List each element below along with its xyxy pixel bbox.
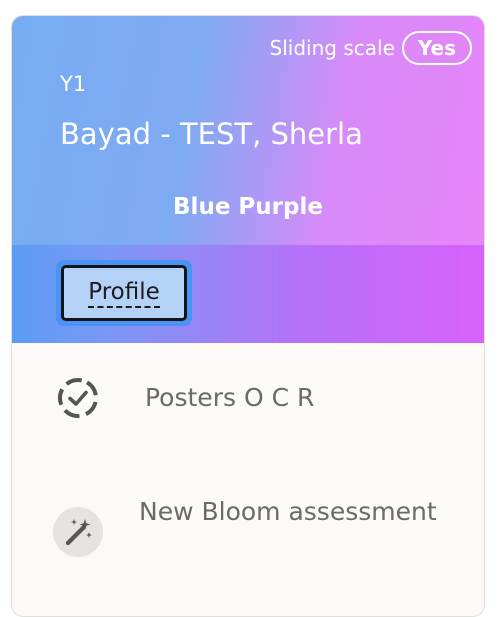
sliding-scale-indicator: Sliding scale Yes xyxy=(270,31,472,65)
tab-profile[interactable]: Profile xyxy=(56,260,192,326)
student-name: Bayad - TEST, Sherla xyxy=(60,117,363,151)
magic-wand-icon xyxy=(53,507,103,557)
tab-profile-inner: Profile xyxy=(61,265,187,321)
tab-bar: Profile xyxy=(12,245,484,343)
sliding-scale-badge: Yes xyxy=(401,31,472,65)
list-item-posters-ocr[interactable]: Posters O C R xyxy=(12,343,484,453)
list-item-new-bloom-assessment[interactable]: New Bloom assessment xyxy=(12,453,484,583)
student-header: Sliding scale Yes Y1 Bayad - TEST, Sherl… xyxy=(12,16,484,245)
group-name: Blue Purple xyxy=(173,194,323,220)
year-level: Y1 xyxy=(60,72,87,96)
list-item-label: Posters O C R xyxy=(145,383,315,412)
student-card: Sliding scale Yes Y1 Bayad - TEST, Sherl… xyxy=(11,15,485,617)
sliding-scale-label: Sliding scale xyxy=(269,36,395,60)
dashed-check-circle-icon xyxy=(53,373,103,423)
tab-profile-label: Profile xyxy=(88,279,160,308)
list-item-label: New Bloom assessment xyxy=(139,497,437,526)
